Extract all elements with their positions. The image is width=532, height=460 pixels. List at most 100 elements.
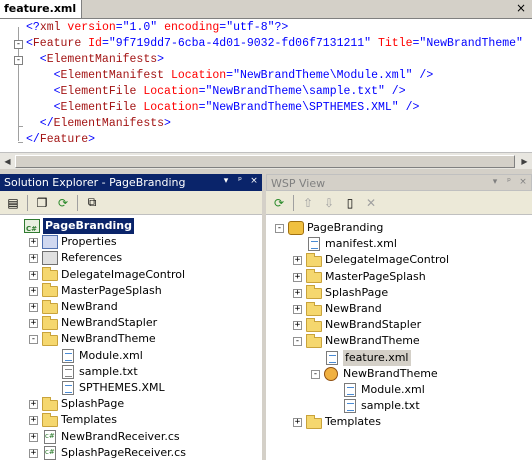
show-all-files-icon[interactable]: ❐ bbox=[33, 194, 51, 212]
code-token: "1.0" bbox=[122, 21, 158, 34]
new-file-icon[interactable]: ▯ bbox=[341, 194, 359, 212]
xml-file-icon bbox=[326, 350, 338, 365]
code-token: = bbox=[101, 37, 109, 50]
tree-item[interactable]: feature.xml bbox=[324, 349, 411, 366]
folder-icon bbox=[42, 396, 58, 411]
expand-icon[interactable]: + bbox=[29, 319, 38, 329]
tree-item[interactable]: NewBrandTheme bbox=[306, 333, 420, 349]
code-token: xml bbox=[39, 21, 61, 34]
collapse-icon[interactable]: - bbox=[14, 56, 23, 65]
delete-icon[interactable]: ✕ bbox=[362, 194, 380, 212]
tree-item[interactable]: Module.xml bbox=[60, 348, 143, 364]
xml-editor[interactable]: <?xml version="1.0" encoding="utf-8"?> <F… bbox=[0, 18, 532, 152]
expand-icon[interactable]: + bbox=[293, 321, 302, 331]
tree-item[interactable]: References bbox=[42, 250, 122, 266]
code-token: Feature bbox=[32, 37, 82, 50]
tree-item[interactable]: PageBranding bbox=[288, 220, 383, 236]
refresh-icon[interactable]: ⟳ bbox=[270, 194, 288, 212]
move-down-icon[interactable]: ⇩ bbox=[320, 194, 338, 212]
expand-icon[interactable]: + bbox=[29, 254, 38, 264]
scrollbar-thumb[interactable] bbox=[15, 155, 515, 168]
tree-item[interactable]: SplashPage bbox=[306, 285, 388, 301]
expand-icon[interactable]: + bbox=[29, 432, 38, 442]
expand-icon[interactable]: + bbox=[293, 418, 302, 428]
code-token: Location bbox=[164, 69, 227, 82]
collapse-icon[interactable]: - bbox=[14, 40, 23, 49]
wsp-view-pane: WSP View ▾ ᵖ × ⟳ ⇧ ⇩ ▯ ✕ - PageBranding ma… bbox=[266, 174, 532, 460]
horizontal-scrollbar[interactable]: ◀ ▶ bbox=[0, 152, 532, 169]
expand-icon[interactable]: + bbox=[29, 416, 38, 426]
tree-item[interactable]: SPTHEMES.XML bbox=[60, 380, 165, 396]
expand-icon[interactable]: + bbox=[29, 238, 38, 248]
tree-item[interactable]: Module.xml bbox=[342, 382, 425, 398]
tree-item[interactable]: manifest.xml bbox=[306, 236, 397, 252]
tree-item[interactable]: DelegateImageControl bbox=[306, 252, 449, 268]
folder-icon bbox=[306, 269, 322, 284]
pin-icon[interactable]: ᵖ bbox=[504, 177, 514, 187]
tree-item[interactable]: PageBranding bbox=[24, 218, 134, 237]
tree-item[interactable]: DelegateImageControl bbox=[42, 267, 185, 283]
tree-item[interactable]: Templates bbox=[306, 414, 381, 430]
solution-explorer-titlebar[interactable]: Solution Explorer - PageBranding ▾ ᵖ × bbox=[0, 174, 262, 191]
wsp-tree: - PageBranding manifest.xml + DelegateImageC… bbox=[266, 216, 532, 460]
expand-icon[interactable]: + bbox=[29, 448, 38, 458]
tree-item[interactable]: SplashPage bbox=[42, 396, 124, 412]
tree-item-label: NewBrandStapler bbox=[61, 316, 158, 330]
tree-item-label: PageBranding bbox=[43, 218, 134, 234]
close-icon[interactable]: × bbox=[514, 1, 528, 15]
close-icon[interactable]: × bbox=[518, 177, 528, 187]
expand-icon[interactable]: + bbox=[293, 272, 302, 282]
folder-icon bbox=[42, 283, 58, 298]
folder-icon bbox=[306, 414, 322, 429]
package-icon bbox=[288, 221, 304, 235]
tree-item[interactable]: NewBrandStapler bbox=[42, 315, 157, 331]
code-token: = bbox=[115, 21, 123, 34]
dropdown-icon[interactable]: ▾ bbox=[490, 177, 500, 187]
expand-icon[interactable]: + bbox=[293, 305, 302, 314]
tree-item[interactable]: NewBrandTheme bbox=[42, 331, 156, 347]
expand-icon[interactable]: + bbox=[293, 288, 302, 298]
code-token: "NewBrandTheme" bbox=[419, 37, 523, 50]
tree-item[interactable]: MasterPageSplash bbox=[42, 283, 162, 299]
folder-icon bbox=[306, 333, 322, 348]
properties-icon[interactable]: ▤ bbox=[4, 194, 22, 212]
collapse-icon[interactable]: - bbox=[275, 224, 284, 233]
scroll-left-icon[interactable]: ◀ bbox=[1, 155, 14, 168]
tree-item[interactable]: sample.txt bbox=[60, 364, 138, 380]
collapse-icon[interactable]: - bbox=[293, 337, 302, 347]
expand-icon[interactable]: + bbox=[29, 400, 38, 410]
dropdown-icon[interactable]: ▾ bbox=[221, 176, 231, 186]
tree-item-label: NewBrand bbox=[325, 302, 382, 315]
tree-item[interactable]: NewBrand bbox=[306, 301, 382, 317]
expand-icon[interactable]: + bbox=[293, 256, 302, 266]
class-diagram-icon[interactable]: ⧉ bbox=[83, 194, 101, 212]
tree-item[interactable]: NewBrandTheme bbox=[324, 366, 438, 382]
code-token: Feature bbox=[39, 133, 89, 146]
tree-item-label: Module.xml bbox=[361, 383, 425, 396]
tree-item[interactable]: sample.txt bbox=[342, 398, 420, 414]
expand-icon[interactable]: + bbox=[29, 270, 38, 280]
folder-icon bbox=[306, 317, 322, 332]
expand-icon[interactable]: + bbox=[29, 286, 38, 296]
code-token: ElementManifest bbox=[60, 69, 165, 82]
tree-item[interactable]: NewBrandStapler bbox=[306, 317, 421, 333]
expand-icon[interactable]: + bbox=[29, 303, 38, 312]
code-token: ElementManifests bbox=[46, 53, 158, 66]
collapse-icon[interactable]: - bbox=[29, 335, 38, 345]
tree-item-label: SplashPageReceiver.cs bbox=[61, 445, 186, 459]
tab-feature-xml[interactable]: feature.xml bbox=[0, 0, 83, 18]
tree-item-label: SplashPage bbox=[325, 285, 389, 299]
pin-icon[interactable]: ᵖ bbox=[235, 176, 245, 186]
close-icon[interactable]: × bbox=[249, 176, 259, 186]
collapse-icon[interactable]: - bbox=[311, 369, 320, 379]
tree-item[interactable]: Properties bbox=[42, 234, 117, 250]
wsp-view-titlebar[interactable]: WSP View ▾ ᵖ × bbox=[266, 174, 532, 191]
tree-item[interactable]: SplashPageReceiver.cs bbox=[42, 445, 186, 460]
refresh-icon[interactable]: ⟳ bbox=[54, 194, 72, 212]
tree-item[interactable]: Templates bbox=[42, 412, 117, 428]
scroll-right-icon[interactable]: ▶ bbox=[518, 155, 531, 168]
tree-item[interactable]: NewBrand bbox=[42, 299, 118, 315]
tree-item[interactable]: MasterPageSplash bbox=[306, 269, 426, 285]
tree-item[interactable]: NewBrandReceiver.cs bbox=[42, 429, 180, 445]
move-up-icon[interactable]: ⇧ bbox=[299, 194, 317, 212]
